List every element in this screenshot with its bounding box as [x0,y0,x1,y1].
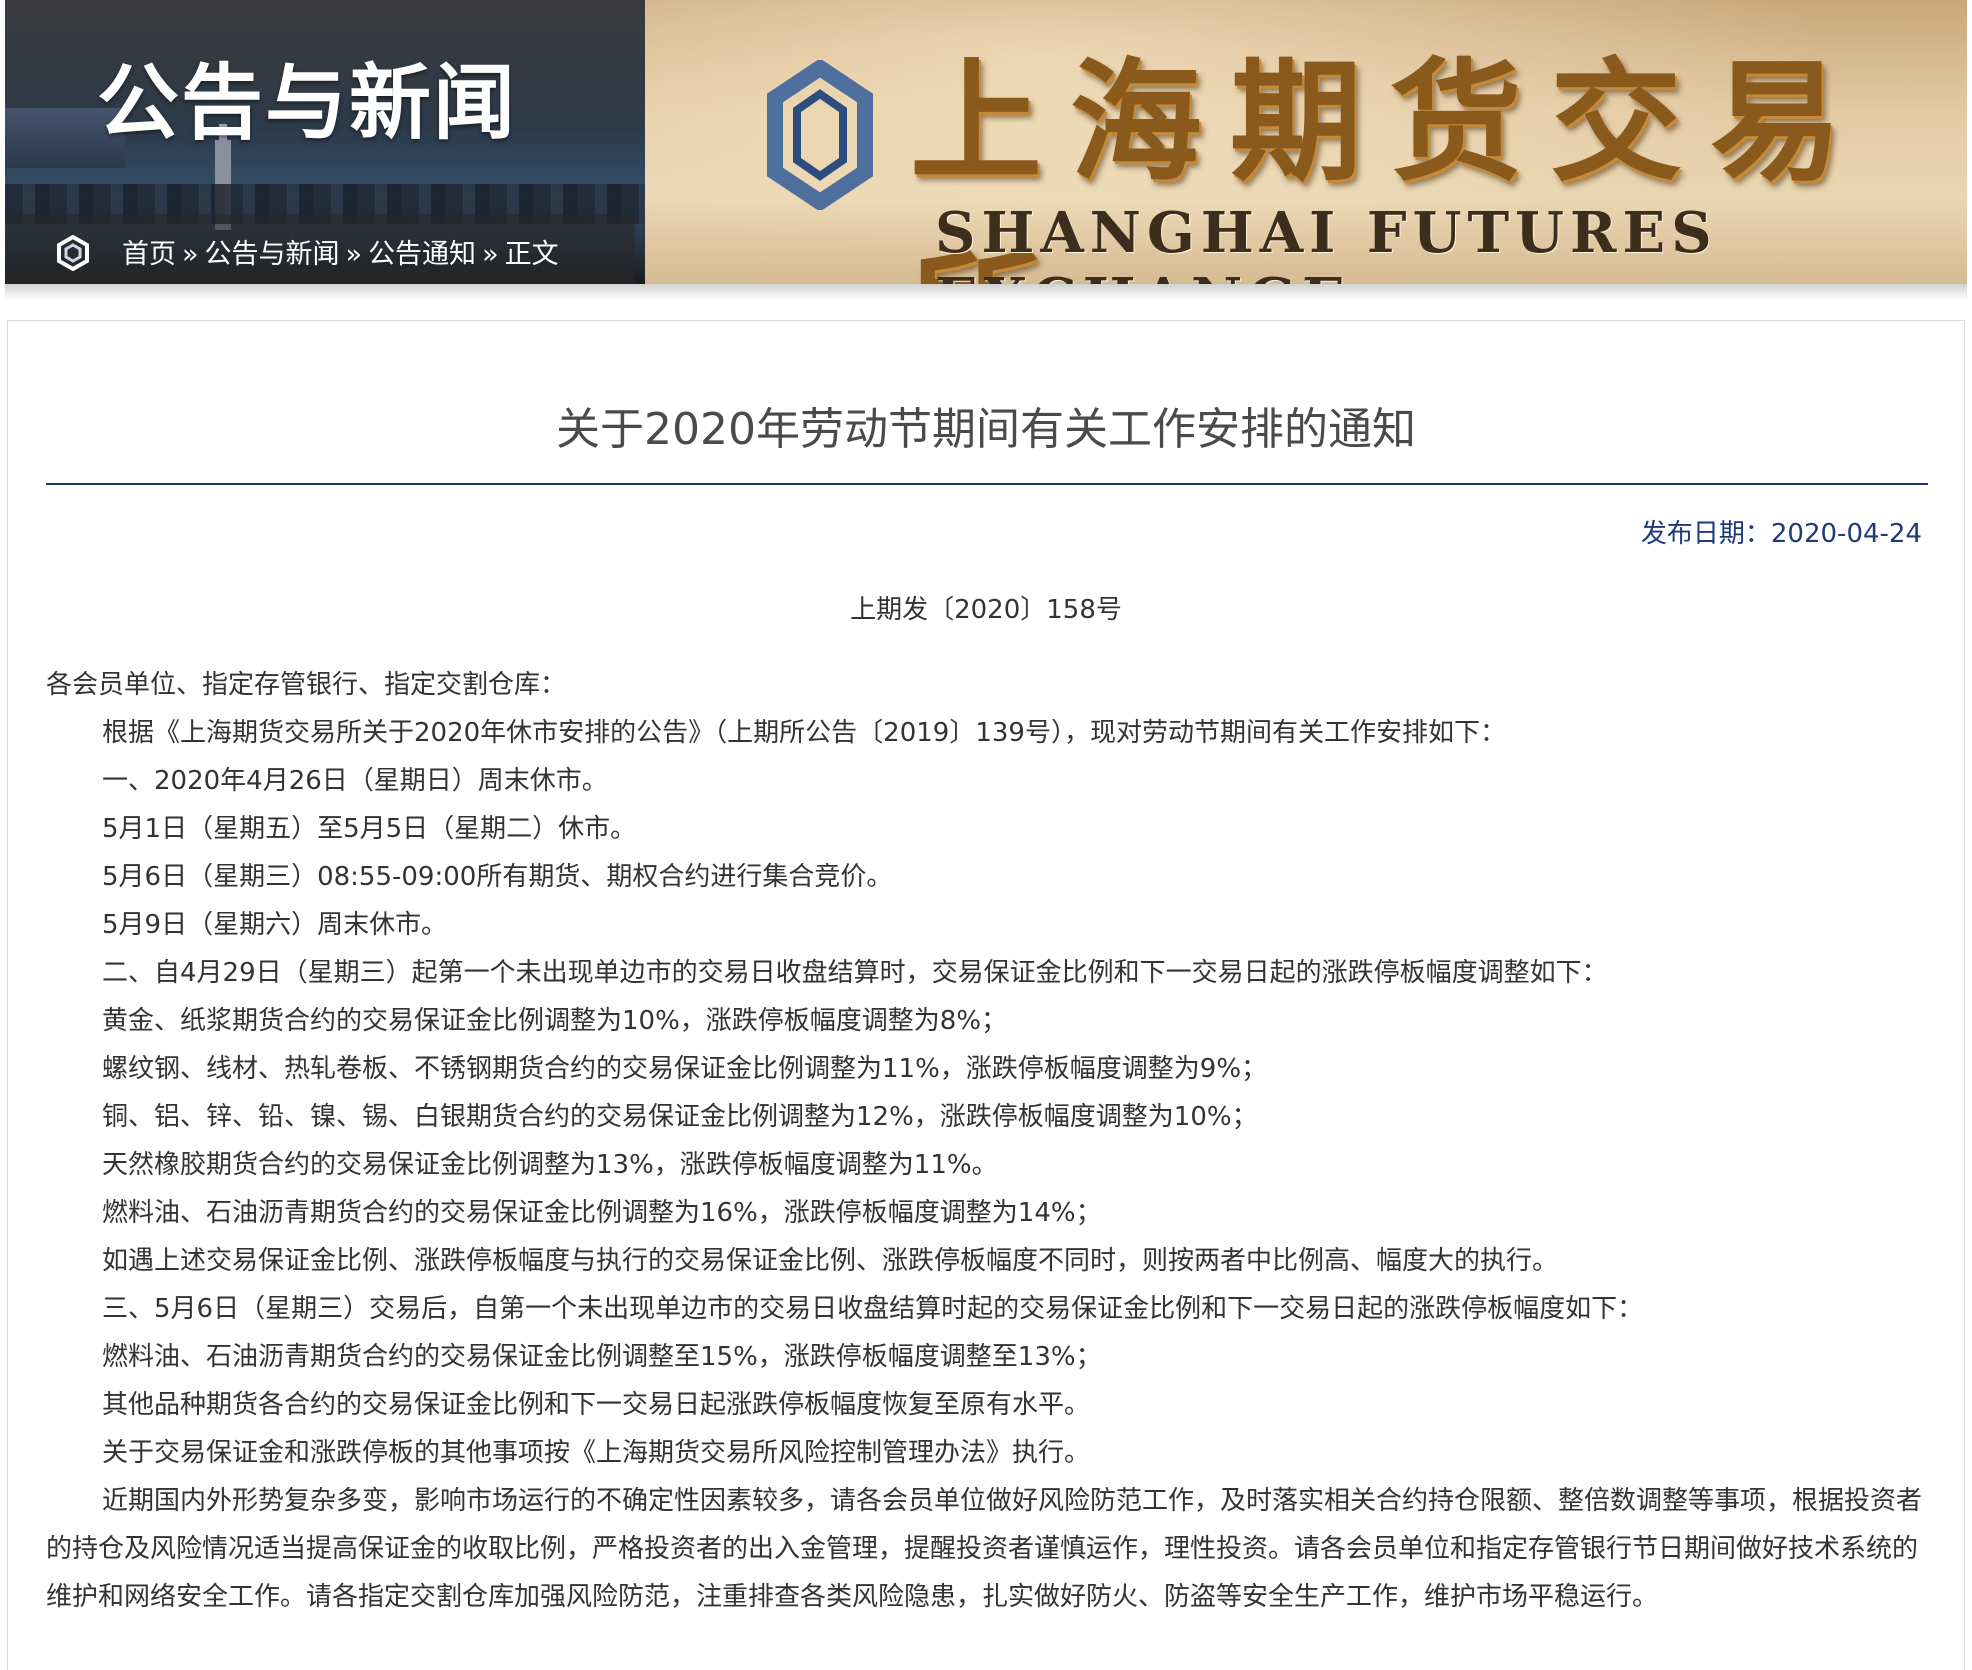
paragraph: 铜、铝、锌、铅、镍、锡、白银期货合约的交易保证金比例调整为12%，涨跌停板幅度调… [102,1102,1258,1132]
paragraph: 根据《上海期货交易所关于2020年休市安排的公告》（上期所公告〔2019〕139… [102,718,1506,748]
paragraph: 如遇上述交易保证金比例、涨跌停板幅度与执行的交易保证金比例、涨跌停板幅度不同时，… [102,1246,1559,1276]
article-title: 关于2020年劳动节期间有关工作安排的通知 [556,404,1416,455]
breadcrumb-notices-link[interactable]: 公告通知 [368,239,476,270]
paragraph: 5月1日（星期五）至5月5日（星期二）休市。 [102,814,637,844]
breadcrumb-separator: » [182,239,199,270]
paragraph: 其他品种期货各合约的交易保证金比例和下一交易日起涨跌停板幅度恢复至原有水平。 [102,1390,1091,1420]
paragraph: 关于交易保证金和涨跌停板的其他事项按《上海期货交易所风险控制管理办法》执行。 [102,1438,1091,1468]
article-body: 各会员单位、指定存管银行、指定交割仓库： 根据《上海期货交易所关于2020年休市… [46,661,1936,1621]
breadcrumb-current: 正文 [504,239,559,270]
breadcrumb-home-link[interactable]: 首页 [122,239,176,270]
breadcrumb: 首页» 公告与新闻» 公告通知» 正文 [122,232,559,271]
paragraph: 5月9日（星期六）周末休市。 [102,910,448,940]
breadcrumb-logo-icon [57,235,89,271]
breadcrumb-separator: » [345,239,363,270]
paragraph: 二、自4月29日（星期三）起第一个未出现单边市的交易日收盘结算时，交易保证金比例… [102,958,1608,988]
title-divider [46,483,1928,485]
paragraph: 三、5月6日（星期三）交易后，自第一个未出现单边市的交易日收盘结算时起的交易保证… [102,1294,1644,1324]
article-container: 关于2020年劳动节期间有关工作安排的通知 发布日期：2020-04-24 上期… [7,320,1965,1670]
banner-shadow [5,284,1967,300]
breadcrumb-news-link[interactable]: 公告与新闻 [205,239,340,270]
exchange-name-en: SHANGHAI FUTURES EXCHANGE [935,200,1718,284]
paragraph: 天然橡胶期货合约的交易保证金比例调整为13%，涨跌停板幅度调整为11%。 [102,1150,998,1180]
paragraph: 燃料油、石油沥青期货合约的交易保证金比例调整为16%，涨跌停板幅度调整为14%； [102,1198,1102,1228]
paragraph: 一、2020年4月26日（星期日）周末休市。 [102,766,608,796]
paragraph: 5月6日（星期三）08:55-09:00所有期货、期权合约进行集合竞价。 [102,862,893,892]
paragraph: 黄金、纸浆期货合约的交易保证金比例调整为10%，涨跌停板幅度调整为8%； [102,1006,1008,1036]
document-number: 上期发〔2020〕158号 [850,595,1122,625]
breadcrumb-separator: » [482,239,499,270]
paragraph: 近期国内外形势复杂多变，影响市场运行的不确定性因素较多，请各会员单位做好风险防范… [46,1486,1923,1612]
shfe-logo-icon [767,60,873,210]
paragraph: 螺纹钢、线材、热轧卷板、不锈钢期货合约的交易保证金比例调整为11%，涨跌停板幅度… [102,1054,1268,1084]
paragraph: 燃料油、石油沥青期货合约的交易保证金比例调整至15%，涨跌停板幅度调整至13%； [102,1342,1102,1372]
section-title: 公告与新闻 [97,56,518,151]
publish-date: 发布日期：2020-04-24 [1640,519,1922,549]
salutation: 各会员单位、指定存管银行、指定交割仓库： [46,670,567,700]
